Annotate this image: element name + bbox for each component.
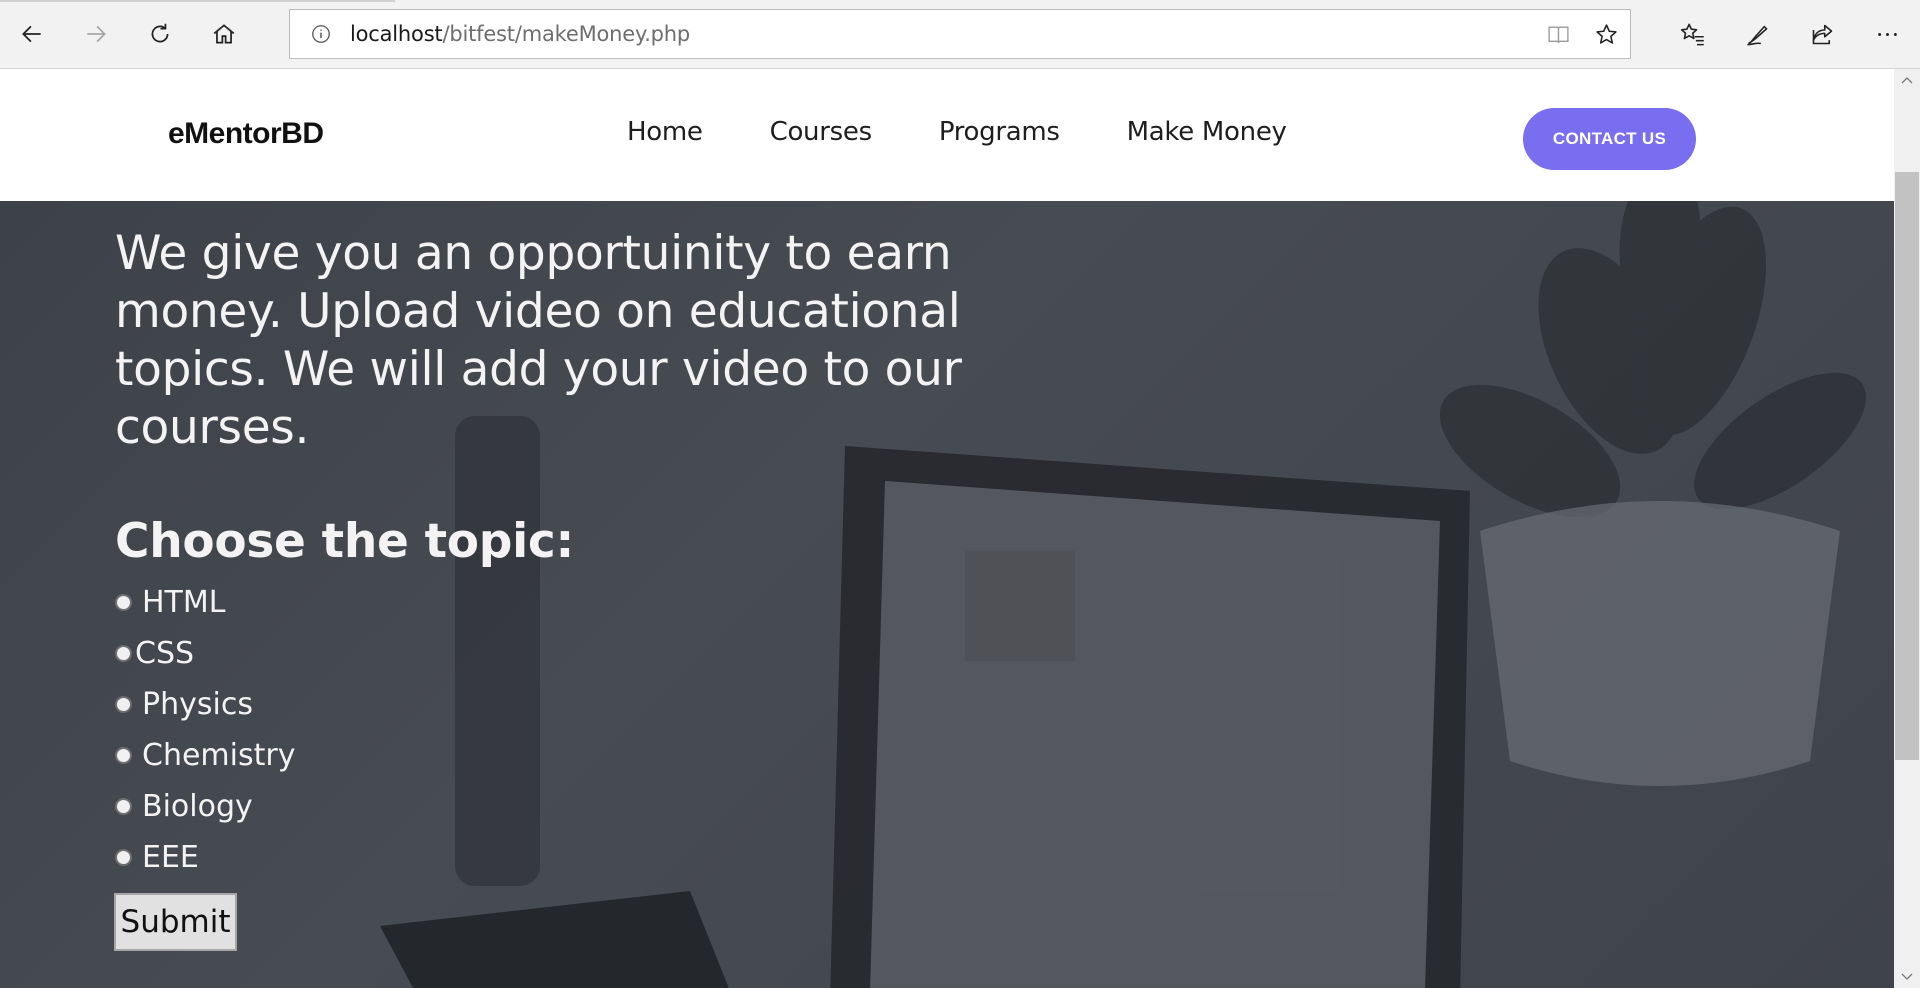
notes-button[interactable]: [1725, 0, 1790, 69]
topic-radio[interactable]: [115, 849, 132, 866]
info-icon: [312, 25, 330, 43]
topic-radio[interactable]: [115, 747, 132, 764]
reading-view-icon: [1547, 26, 1569, 43]
url-text[interactable]: localhost/bitfest/makeMoney.php: [350, 22, 690, 46]
site-logo[interactable]: eMentorBD: [168, 117, 324, 151]
page-viewport: eMentorBD Home Courses Programs Make Mon…: [0, 69, 1894, 988]
home-button[interactable]: [192, 0, 256, 69]
topic-label: Physics: [142, 687, 253, 722]
more-button[interactable]: [1855, 0, 1920, 69]
main-nav: Home Courses Programs Make Money: [627, 117, 1354, 147]
back-button[interactable]: [0, 0, 64, 69]
topic-option-physics[interactable]: Physics: [115, 679, 295, 730]
topic-option-eee[interactable]: EEE: [115, 832, 295, 883]
topic-label: HTML: [142, 585, 226, 620]
chevron-down-icon: [1901, 973, 1913, 980]
submit-button[interactable]: Submit: [114, 893, 237, 951]
scrollbar-thumb[interactable]: [1895, 172, 1919, 760]
favorites-list-icon: [1680, 23, 1704, 46]
hero-section: We give you an opportuinity to earn mone…: [0, 201, 1894, 988]
back-icon: [22, 25, 41, 43]
nav-programs[interactable]: Programs: [939, 117, 1060, 147]
tab-strip: [0, 0, 395, 2]
topic-heading: Choose the topic:: [115, 514, 574, 569]
topic-option-html[interactable]: HTML: [115, 577, 295, 628]
topic-radio[interactable]: [115, 645, 132, 662]
topic-label: Biology: [142, 789, 253, 824]
topic-label: Chemistry: [142, 738, 296, 773]
nav-make-money[interactable]: Make Money: [1127, 117, 1287, 147]
address-bar[interactable]: localhost/bitfest/makeMoney.php: [289, 9, 1631, 59]
topic-label: CSS: [135, 636, 195, 671]
topic-label: EEE: [142, 840, 199, 875]
site-header: eMentorBD Home Courses Programs Make Mon…: [0, 69, 1894, 201]
topic-option-biology[interactable]: Biology: [115, 781, 295, 832]
refresh-button[interactable]: [128, 0, 192, 69]
share-button[interactable]: [1790, 0, 1855, 69]
add-favorite-button[interactable]: [1582, 10, 1630, 58]
nav-courses[interactable]: Courses: [770, 117, 873, 147]
topic-option-css[interactable]: CSS: [115, 628, 295, 679]
reading-view-button[interactable]: [1534, 10, 1582, 58]
forward-icon: [87, 25, 106, 43]
favorites-button[interactable]: [1660, 0, 1725, 69]
topic-radio[interactable]: [115, 594, 132, 611]
topic-option-chemistry[interactable]: Chemistry: [115, 730, 295, 781]
refresh-icon: [151, 23, 169, 43]
chevron-up-icon: [1901, 77, 1913, 84]
topic-radio[interactable]: [115, 696, 132, 713]
intro-text: We give you an opportuinity to earn mone…: [115, 226, 962, 455]
forward-button[interactable]: [64, 0, 128, 69]
browser-toolbar: localhost/bitfest/makeMoney.php: [0, 0, 1920, 69]
nav-home[interactable]: Home: [627, 117, 703, 147]
site-info-button[interactable]: [308, 21, 334, 47]
topic-radio-group: HTML CSS Physics Chemistry Biology EEE: [115, 577, 295, 883]
home-icon: [213, 24, 235, 44]
url-host: localhost: [350, 22, 443, 46]
favorite-star-icon: [1595, 23, 1617, 44]
contact-us-button[interactable]: CONTACT US: [1523, 108, 1696, 170]
pen-icon: [1747, 25, 1768, 46]
more-icon: [1878, 33, 1897, 36]
share-icon: [1812, 24, 1833, 45]
topic-radio[interactable]: [115, 798, 132, 815]
page-scrollbar[interactable]: [1894, 69, 1920, 988]
scroll-up-button[interactable]: [1894, 69, 1920, 93]
url-path: /bitfest/makeMoney.php: [442, 22, 691, 46]
scroll-down-button[interactable]: [1894, 964, 1920, 988]
